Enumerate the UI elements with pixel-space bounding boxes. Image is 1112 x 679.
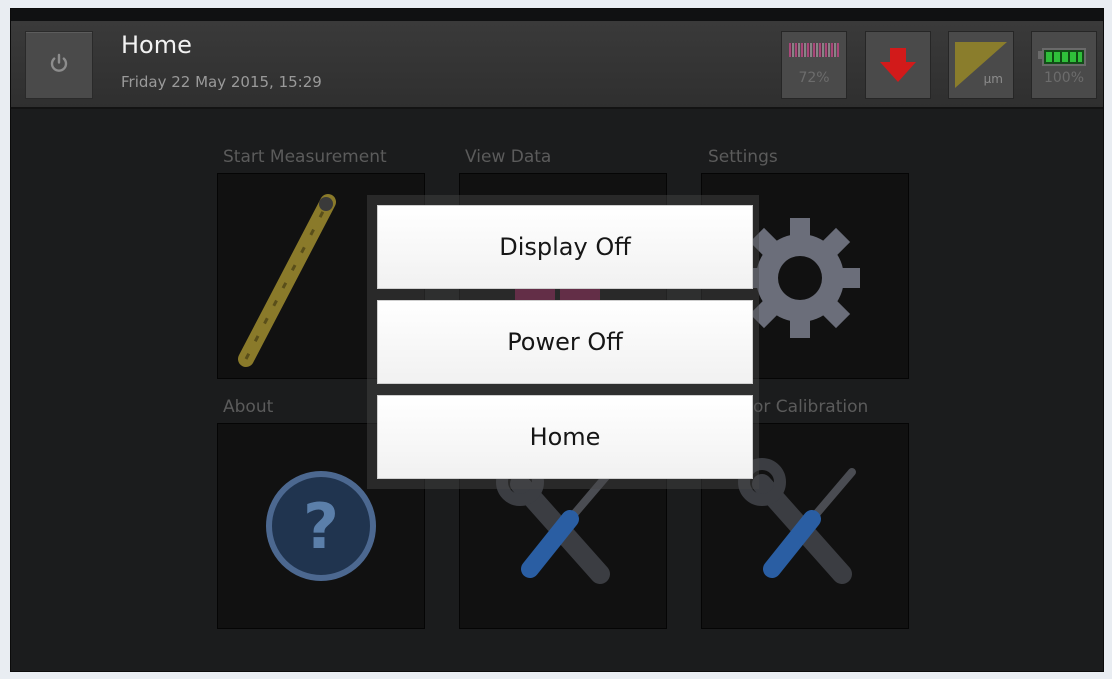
date-time: Friday 22 May 2015, 15:29 bbox=[121, 73, 322, 91]
display-off-label: Display Off bbox=[499, 233, 631, 261]
unit-status[interactable]: µm bbox=[948, 31, 1014, 99]
page-title: Home bbox=[121, 31, 192, 59]
power-icon bbox=[48, 52, 70, 78]
power-off-label: Power Off bbox=[507, 328, 623, 356]
svg-text:?: ? bbox=[303, 490, 339, 563]
signal-percent: 72% bbox=[798, 70, 830, 86]
tile-label-about: About bbox=[223, 397, 274, 417]
power-off-button[interactable]: Power Off bbox=[377, 300, 753, 384]
home-button[interactable]: Home bbox=[377, 395, 753, 479]
signal-status[interactable]: 72% bbox=[781, 31, 847, 99]
home-label: Home bbox=[529, 423, 601, 451]
tile-label-settings: Settings bbox=[708, 147, 778, 167]
tile-label-calibration: or Calibration bbox=[753, 397, 869, 417]
header-bar: Home Friday 22 May 2015, 15:29 72% µm 10… bbox=[11, 21, 1103, 109]
app-window: Home Friday 22 May 2015, 15:29 72% µm 10… bbox=[10, 8, 1104, 672]
download-status[interactable] bbox=[865, 31, 931, 99]
battery-percent: 100% bbox=[1043, 70, 1085, 86]
tile-label-start-measurement: Start Measurement bbox=[223, 147, 387, 167]
display-off-button[interactable]: Display Off bbox=[377, 205, 753, 289]
power-button[interactable] bbox=[25, 31, 93, 99]
unit-label: µm bbox=[983, 72, 1003, 86]
tile-label-view-data: View Data bbox=[465, 147, 552, 167]
top-strip bbox=[11, 9, 1103, 21]
battery-icon bbox=[1042, 48, 1086, 66]
signal-bars-icon bbox=[789, 43, 839, 57]
battery-status[interactable]: 100% bbox=[1031, 31, 1097, 99]
download-arrow-icon bbox=[866, 48, 930, 102]
